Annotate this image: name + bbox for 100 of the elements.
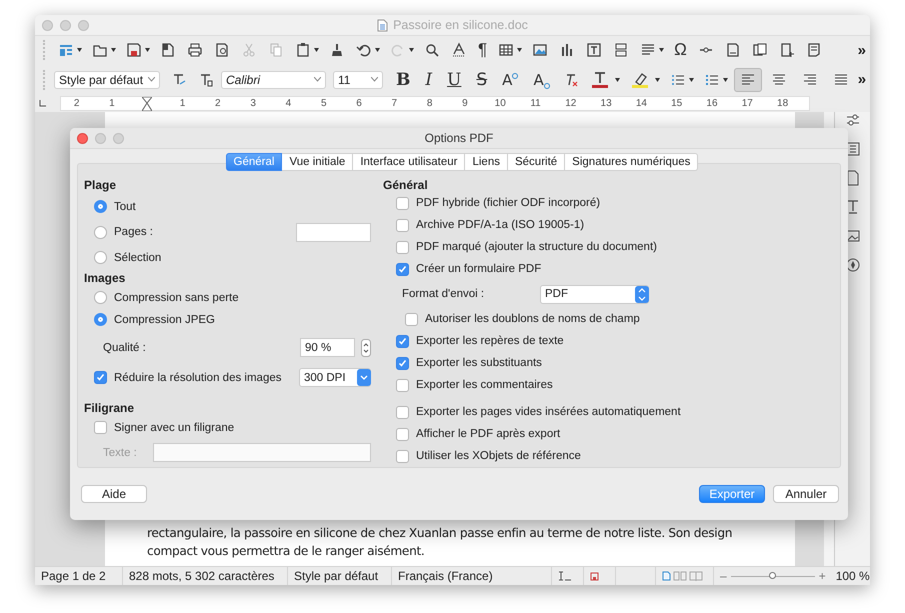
- checkbox[interactable]: [396, 450, 409, 462]
- checkbox-label: Exporter les pages vides insérées automatiquement: [416, 406, 681, 418]
- checkbox[interactable]: [396, 334, 409, 348]
- pages-field[interactable]: [296, 222, 371, 242]
- caret-icon[interactable]: [722, 78, 728, 82]
- brush-icon[interactable]: [329, 42, 345, 58]
- checkmark-icon: [398, 358, 407, 368]
- style-dropdown[interactable]: Style par défaut: [54, 70, 160, 88]
- zoom-slider-thumb[interactable]: [768, 572, 776, 578]
- checkbox[interactable]: [94, 371, 107, 384]
- checkbox[interactable]: [396, 378, 409, 392]
- radio-button[interactable]: [94, 313, 107, 326]
- radio-button[interactable]: [94, 251, 107, 264]
- radio-label: Sélection: [114, 252, 162, 264]
- page-break-icon[interactable]: [613, 42, 630, 58]
- watermark-text-field[interactable]: [152, 443, 371, 462]
- justify-icon[interactable]: [834, 74, 848, 86]
- up-down-arrows-icon[interactable]: [635, 286, 649, 302]
- printer-icon[interactable]: [187, 42, 203, 58]
- align-right-icon[interactable]: [802, 74, 817, 86]
- resolution-dropdown[interactable]: 300 DPI: [299, 368, 371, 387]
- italic-button[interactable]: I: [419, 70, 438, 90]
- font-dropdown[interactable]: Calibri: [220, 70, 326, 88]
- sliders-icon[interactable]: [844, 112, 860, 128]
- align-center-icon[interactable]: [772, 74, 786, 86]
- checkbox[interactable]: [396, 196, 409, 210]
- checkbox[interactable]: [396, 406, 409, 418]
- caret-icon[interactable]: [614, 78, 620, 82]
- checkbox[interactable]: [396, 218, 409, 232]
- special-character-button[interactable]: Ω: [670, 40, 691, 60]
- subscript-button[interactable]: A: [527, 70, 556, 88]
- image-icon[interactable]: [532, 42, 548, 58]
- caret-icon[interactable]: [145, 48, 150, 52]
- preview-icon[interactable]: [214, 42, 230, 58]
- section-heading: Général: [383, 178, 429, 192]
- insert-mode-icon[interactable]: [558, 571, 572, 581]
- align-left-button[interactable]: [734, 68, 762, 92]
- zoom-in-button[interactable]: +: [818, 569, 826, 583]
- tab[interactable]: Interface utilisateur: [353, 153, 466, 171]
- caret-icon[interactable]: [314, 48, 319, 52]
- footnote-icon[interactable]: [724, 42, 741, 58]
- radio-label: Tout: [114, 200, 136, 213]
- format-dropdown[interactable]: PDF: [540, 284, 649, 304]
- superscript-button[interactable]: A: [496, 70, 524, 88]
- more-button[interactable]: »: [858, 71, 866, 88]
- export-icon[interactable]: [160, 42, 176, 58]
- caret-icon[interactable]: [688, 78, 694, 82]
- chevron-down-icon[interactable]: [314, 77, 321, 82]
- save-icon[interactable]: [126, 42, 142, 58]
- comment-icon[interactable]: [806, 42, 822, 58]
- checkbox[interactable]: [396, 262, 409, 276]
- strike-button[interactable]: S: [470, 70, 494, 90]
- checkmark-icon: [398, 264, 407, 274]
- checkbox[interactable]: [396, 428, 409, 440]
- tab-stop-icon[interactable]: [39, 100, 46, 107]
- tab[interactable]: Sécurité: [508, 153, 566, 171]
- radio-button[interactable]: [94, 291, 107, 304]
- indent-marker-icon[interactable]: [142, 96, 152, 110]
- caret-icon[interactable]: [654, 78, 660, 82]
- table-icon[interactable]: [498, 42, 514, 58]
- radio-button[interactable]: [94, 226, 107, 239]
- tab[interactable]: Signatures numériques: [565, 153, 698, 171]
- close-button[interactable]: [77, 133, 88, 144]
- checkbox[interactable]: [405, 312, 418, 326]
- search-icon[interactable]: [424, 42, 440, 58]
- section-heading: Plage: [84, 178, 118, 194]
- stepper-icon[interactable]: [361, 338, 371, 356]
- help-button[interactable]: Aide: [81, 485, 147, 503]
- formatting-marks-button[interactable]: ¶: [474, 40, 492, 60]
- caret-icon[interactable]: [77, 48, 82, 52]
- align-left-icon[interactable]: [740, 74, 755, 86]
- checkbox[interactable]: [396, 240, 409, 254]
- pages-icon[interactable]: [752, 42, 768, 58]
- underline-button[interactable]: U: [441, 70, 468, 90]
- caret-icon[interactable]: [111, 48, 116, 52]
- bold-button[interactable]: B: [390, 70, 416, 90]
- tab[interactable]: Vue initiale: [282, 153, 354, 171]
- more-button[interactable]: »: [858, 42, 866, 58]
- ruler-number: 8: [426, 98, 434, 109]
- ruler-number: 14: [634, 98, 648, 109]
- caret-icon[interactable]: [409, 48, 414, 52]
- caret-icon[interactable]: [517, 48, 522, 52]
- chevron-down-icon[interactable]: [370, 77, 378, 82]
- font-size-dropdown[interactable]: 11: [332, 70, 383, 88]
- caret-icon[interactable]: [375, 48, 380, 52]
- cancel-button[interactable]: Annuler: [773, 485, 839, 503]
- spellcheck-icon[interactable]: [451, 42, 467, 58]
- tab[interactable]: Liens: [465, 153, 508, 171]
- textbox-icon[interactable]: [586, 42, 602, 58]
- single-page-view-icon[interactable]: [662, 571, 671, 581]
- caret-icon[interactable]: [659, 48, 664, 52]
- clipboard-icon[interactable]: [295, 42, 311, 58]
- zoom-out-button[interactable]: –: [720, 569, 727, 583]
- chevron-down-icon[interactable]: [148, 77, 155, 82]
- quality-field[interactable]: 90 %: [300, 338, 355, 357]
- checkbox[interactable]: [396, 356, 409, 370]
- radio-button[interactable]: [94, 200, 107, 214]
- checkbox[interactable]: [94, 421, 107, 434]
- document-paragraph: rectangulaire, la passoire en silicone de chez Xuanlan passe enfin au terme de notre liste. Son design compact vous permettra de le ranger aisément.: [147, 525, 734, 560]
- undo-icon[interactable]: [356, 42, 372, 58]
